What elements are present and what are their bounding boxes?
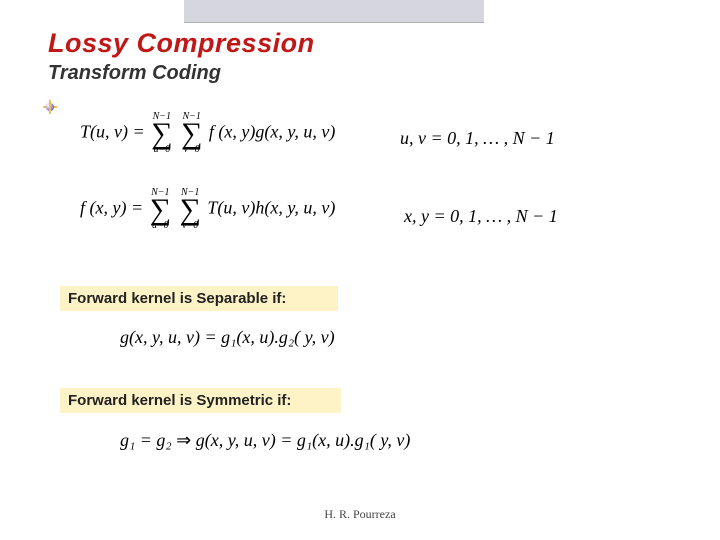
slide-subtitle: Transform Coding: [48, 62, 221, 85]
sum-lower: v=0: [180, 221, 201, 231]
sum-lower: v=0: [181, 145, 202, 155]
sigma-icon: ∑: [180, 196, 201, 223]
header-bar: [184, 0, 484, 23]
footer-author: H. R. Pourreza: [0, 507, 720, 522]
domain-text: x, y = 0, 1, … , N − 1: [404, 206, 558, 226]
sigma-icon: ∑: [150, 196, 171, 223]
sigma-icon: ∑: [181, 120, 202, 147]
corner-accent: [43, 100, 57, 114]
eq2-body: T(u, v)h(x, y, u, v): [207, 198, 335, 218]
sum-symbol: N−1 ∑ u=0: [151, 112, 172, 155]
eq1-lhs: T(u, v) =: [80, 122, 145, 142]
eq1-body: f (x, y)g(x, y, u, v): [209, 122, 335, 142]
symmetric-lhs: g₁ = g₂: [120, 430, 172, 450]
sum-symbol: N−1 ∑ v=0: [181, 112, 202, 155]
equation-inverse-transform: f (x, y) = N−1 ∑ u=0 N−1 ∑ v=0 T(u, v)h(…: [80, 188, 335, 231]
sum-lower: u=0: [151, 145, 172, 155]
sigma-icon: ∑: [151, 120, 172, 147]
sum-symbol: N−1 ∑ v=0: [180, 188, 201, 231]
sum-symbol: N−1 ∑ u=0: [150, 188, 171, 231]
eq2-lhs: f (x, y) =: [80, 198, 143, 218]
domain-text: u, v = 0, 1, … , N − 1: [400, 128, 555, 148]
symmetric-rhs: g(x, y, u, v) = g₁(x, u).g₁( y, v): [196, 430, 411, 450]
eq1-domain: u, v = 0, 1, … , N − 1: [400, 128, 555, 149]
slide-title: Lossy Compression: [48, 28, 315, 59]
implies-icon: ⇒: [176, 430, 196, 450]
label-symmetric: Forward kernel is Symmetric if:: [60, 388, 341, 413]
label-separable: Forward kernel is Separable if:: [60, 286, 338, 311]
eq2-domain: x, y = 0, 1, … , N − 1: [404, 206, 558, 227]
equation-symmetric: g₁ = g₂ ⇒ g(x, y, u, v) = g₁(x, u).g₁( y…: [120, 430, 410, 451]
equation-forward-transform: T(u, v) = N−1 ∑ u=0 N−1 ∑ v=0 f (x, y)g(…: [80, 112, 335, 155]
sum-lower: u=0: [150, 221, 171, 231]
equation-separable: g(x, y, u, v) = g₁(x, u).g₂( y, v): [120, 327, 335, 348]
